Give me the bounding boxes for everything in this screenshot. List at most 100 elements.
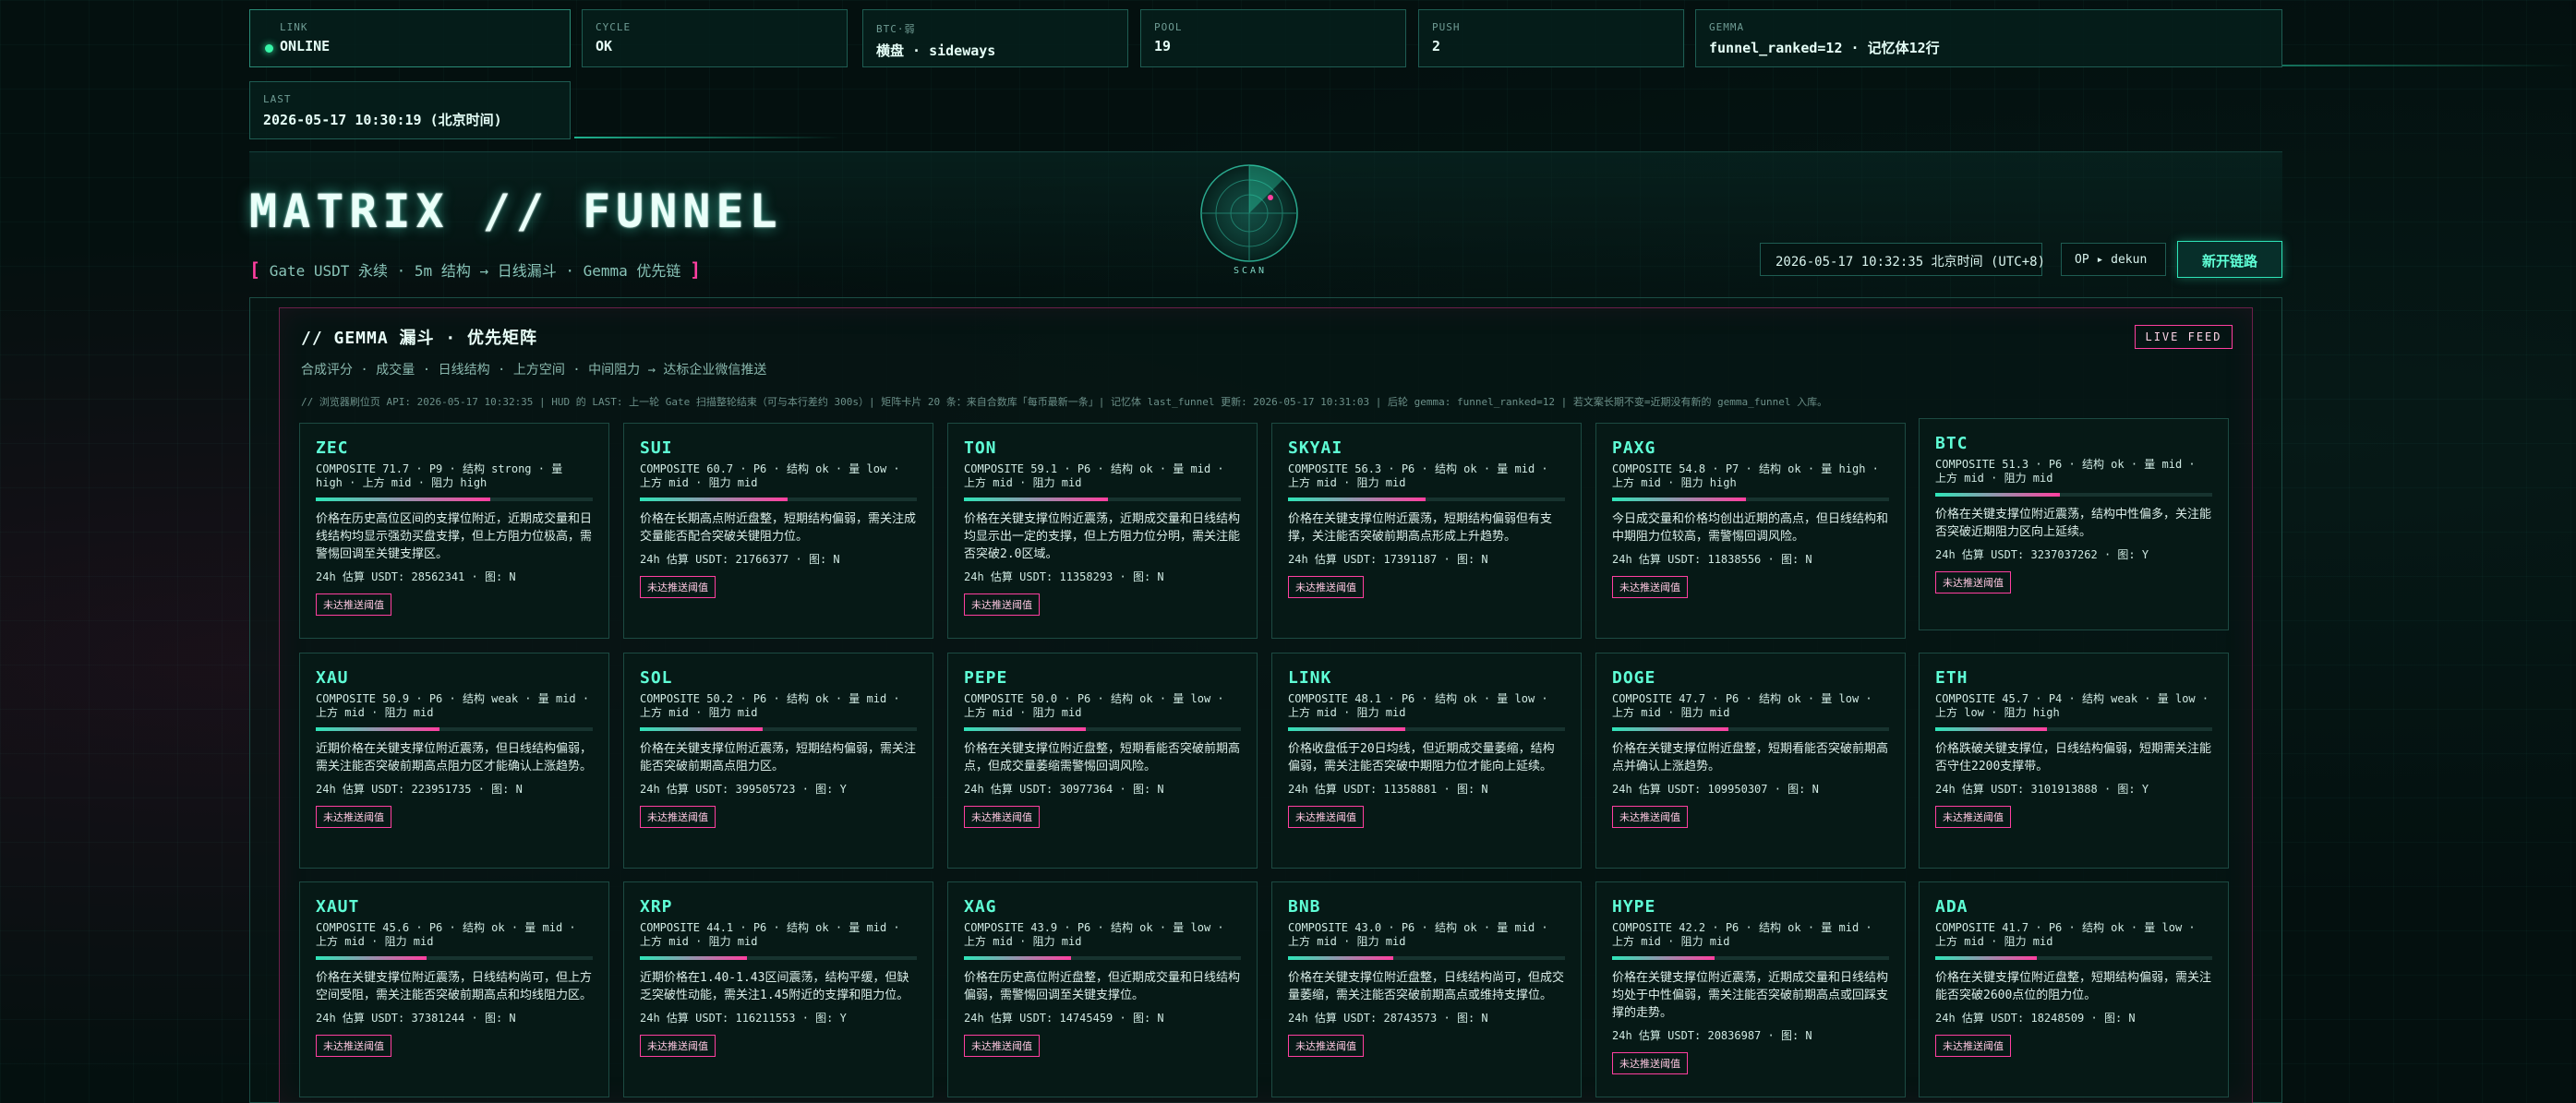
threshold-tag[interactable]: 未达推送阈值 bbox=[1288, 576, 1364, 598]
coin-card[interactable]: PAXG COMPOSITE 54.8 · P7 · 结构 ok · 量 high… bbox=[1595, 423, 1906, 639]
threshold-tag[interactable]: 未达推送阈值 bbox=[1935, 571, 2011, 593]
status-label: PUSH bbox=[1432, 21, 1461, 33]
score-bar bbox=[1288, 956, 1565, 960]
coin-description: 价格在关键支撑位附近震荡，日线结构尚可，但上方空间受阻，需关注能否突破前期高点和… bbox=[316, 971, 593, 1002]
live-feed-badge: LIVE FEED bbox=[2135, 325, 2233, 349]
score-bar-fill bbox=[1935, 493, 2061, 497]
threshold-tag[interactable]: 未达推送阈值 bbox=[1612, 806, 1688, 828]
coin-meta: COMPOSITE 56.3 · P6 · 结构 ok · 量 mid · 上方… bbox=[1288, 462, 1548, 489]
coin-meta: COMPOSITE 42.2 · P6 · 结构 ok · 量 mid · 上方… bbox=[1612, 921, 1872, 948]
status-value: 2 bbox=[1432, 38, 1441, 54]
score-bar-fill bbox=[316, 498, 491, 501]
coin-symbol: XAUT bbox=[316, 897, 360, 917]
score-bar-fill bbox=[964, 727, 1086, 731]
panel-title: // GEMMA 漏斗 · 优先矩阵 bbox=[301, 329, 538, 348]
score-bar bbox=[316, 498, 593, 501]
subtitle-text: Gate USDT 永续 · 5m 结构 → 日线漏斗 · Gemma 优先链 bbox=[269, 262, 681, 280]
threshold-tag[interactable]: 未达推送阈值 bbox=[1288, 806, 1364, 828]
threshold-tag[interactable]: 未达推送阈值 bbox=[1935, 806, 2011, 828]
threshold-tag[interactable]: 未达推送阈值 bbox=[1612, 576, 1688, 598]
score-bar bbox=[1288, 498, 1565, 501]
coin-symbol: XRP bbox=[640, 897, 673, 917]
score-bar bbox=[1288, 727, 1565, 731]
threshold-tag[interactable]: 未达推送阈值 bbox=[1935, 1035, 2011, 1057]
coin-volume: 24h 估算 USDT: 14745459 · 图: N bbox=[964, 1012, 1164, 1025]
bracket-close: ] bbox=[690, 258, 702, 281]
threshold-tag[interactable]: 未达推送阈值 bbox=[640, 1035, 716, 1057]
score-bar-fill bbox=[1612, 727, 1728, 731]
threshold-tag[interactable]: 未达推送阈值 bbox=[640, 806, 716, 828]
coin-description: 价格跌破关键支撑位，日线结构偏弱，短期需关注能否守住2200支撑带。 bbox=[1935, 742, 2212, 773]
threshold-tag[interactable]: 未达推送阈值 bbox=[640, 576, 716, 598]
coin-meta: COMPOSITE 47.7 · P6 · 结构 ok · 量 low · 上方… bbox=[1612, 692, 1872, 719]
coin-card[interactable]: SUI COMPOSITE 60.7 · P6 · 结构 ok · 量 low ·… bbox=[623, 423, 933, 639]
status-label: GEMMA bbox=[1709, 21, 1745, 33]
score-bar-fill bbox=[1935, 956, 2038, 960]
coin-card[interactable]: HYPE COMPOSITE 42.2 · P6 · 结构 ok · 量 mid … bbox=[1595, 881, 1906, 1097]
coin-description: 价格在关键支撑位附近盘整，日线结构尚可，但成交量萎缩，需关注能否突破前期高点或维… bbox=[1288, 971, 1565, 1002]
threshold-tag[interactable]: 未达推送阈值 bbox=[964, 1035, 1040, 1057]
threshold-tag[interactable]: 未达推送阈值 bbox=[316, 593, 391, 616]
coin-volume: 24h 估算 USDT: 3101913888 · 图: Y bbox=[1935, 783, 2149, 796]
coin-card[interactable]: ZEC COMPOSITE 71.7 · P9 · 结构 strong · 量 h… bbox=[299, 423, 609, 639]
coin-card[interactable]: LINK COMPOSITE 48.1 · P6 · 结构 ok · 量 low … bbox=[1271, 653, 1582, 869]
score-bar bbox=[964, 956, 1241, 960]
status-gemma: GEMMA funnel_ranked=12 · 记忆体12行 bbox=[1695, 9, 2282, 67]
coin-card[interactable]: SKYAI COMPOSITE 56.3 · P6 · 结构 ok · 量 mid… bbox=[1271, 423, 1582, 639]
operator-button[interactable]: OP ▸ dekun bbox=[2061, 243, 2166, 276]
page-title: MATRIX // FUNNEL bbox=[249, 185, 783, 238]
score-bar-fill bbox=[964, 956, 1071, 960]
score-bar-fill bbox=[1288, 498, 1426, 501]
threshold-tag[interactable]: 未达推送阈值 bbox=[964, 806, 1040, 828]
coin-volume: 24h 估算 USDT: 17391187 · 图: N bbox=[1288, 553, 1488, 566]
coin-meta: COMPOSITE 51.3 · P6 · 结构 ok · 量 mid · 上方… bbox=[1935, 458, 2196, 485]
coin-volume: 24h 估算 USDT: 30977364 · 图: N bbox=[964, 783, 1164, 796]
score-bar-fill bbox=[316, 727, 440, 731]
score-bar bbox=[640, 956, 917, 960]
score-bar bbox=[316, 956, 593, 960]
coin-card[interactable]: XAG COMPOSITE 43.9 · P6 · 结构 ok · 量 low ·… bbox=[947, 881, 1258, 1097]
coin-description: 近期价格在关键支撑位附近震荡，但日线结构偏弱，需关注能否突破前期高点阻力区才能确… bbox=[316, 742, 593, 773]
coin-card[interactable]: ADA COMPOSITE 41.7 · P6 · 结构 ok · 量 low ·… bbox=[1919, 881, 2229, 1097]
coin-description: 近期价格在1.40-1.43区间震荡，结构平缓，但缺乏突破性动能，需关注1.45… bbox=[640, 971, 909, 1002]
coin-symbol: SKYAI bbox=[1288, 438, 1343, 458]
threshold-tag[interactable]: 未达推送阈值 bbox=[1288, 1035, 1364, 1057]
status-label: LAST bbox=[263, 93, 292, 105]
coin-card[interactable]: XAU COMPOSITE 50.9 · P6 · 结构 weak · 量 mid… bbox=[299, 653, 609, 869]
coin-card[interactable]: BNB COMPOSITE 43.0 · P6 · 结构 ok · 量 mid ·… bbox=[1271, 881, 1582, 1097]
coin-meta: COMPOSITE 54.8 · P7 · 结构 ok · 量 high · 上… bbox=[1612, 462, 1879, 489]
new-link-button[interactable]: 新开链路 bbox=[2177, 241, 2282, 278]
coin-volume: 24h 估算 USDT: 223951735 · 图: N bbox=[316, 783, 523, 796]
score-bar bbox=[640, 498, 917, 501]
coin-volume: 24h 估算 USDT: 11358881 · 图: N bbox=[1288, 783, 1488, 796]
coin-symbol: DOGE bbox=[1612, 668, 1656, 688]
status-label: LINK bbox=[280, 21, 308, 33]
coin-card[interactable]: TON COMPOSITE 59.1 · P6 · 结构 ok · 量 mid ·… bbox=[947, 423, 1258, 639]
coin-card[interactable]: XAUT COMPOSITE 45.6 · P6 · 结构 ok · 量 mid … bbox=[299, 881, 609, 1097]
online-dot-icon bbox=[265, 44, 273, 53]
page-subtitle: [ Gate USDT 永续 · 5m 结构 → 日线漏斗 · Gemma 优先… bbox=[249, 258, 701, 281]
status-btc: BTC·弱 横盘 · sideways bbox=[862, 9, 1128, 67]
coin-volume: 24h 估算 USDT: 18248509 · 图: N bbox=[1935, 1012, 2136, 1025]
threshold-tag[interactable]: 未达推送阈值 bbox=[964, 593, 1040, 616]
coin-card[interactable]: BTC COMPOSITE 51.3 · P6 · 结构 ok · 量 mid ·… bbox=[1919, 418, 2229, 630]
coin-symbol: ZEC bbox=[316, 438, 349, 458]
coin-volume: 24h 估算 USDT: 21766377 · 图: N bbox=[640, 553, 840, 566]
status-value: OK bbox=[596, 38, 613, 54]
threshold-tag[interactable]: 未达推送阈值 bbox=[1612, 1052, 1688, 1074]
coin-card[interactable]: XRP COMPOSITE 44.1 · P6 · 结构 ok · 量 mid ·… bbox=[623, 881, 933, 1097]
coin-card[interactable]: ETH COMPOSITE 45.7 · P4 · 结构 weak · 量 low… bbox=[1919, 653, 2229, 869]
coin-card[interactable]: SOL COMPOSITE 50.2 · P6 · 结构 ok · 量 mid ·… bbox=[623, 653, 933, 869]
radar-icon bbox=[1200, 164, 1298, 262]
status-link: LINK ONLINE bbox=[249, 9, 571, 67]
divider bbox=[574, 137, 842, 138]
app-frame: LINK ONLINE CYCLE OK BTC·弱 横盘 · sideways… bbox=[249, 0, 2576, 1103]
threshold-tag[interactable]: 未达推送阈值 bbox=[316, 1035, 391, 1057]
coin-card[interactable]: DOGE COMPOSITE 47.7 · P6 · 结构 ok · 量 low … bbox=[1595, 653, 1906, 869]
score-bar bbox=[1612, 956, 1889, 960]
coin-card[interactable]: PEPE COMPOSITE 50.0 · P6 · 结构 ok · 量 low … bbox=[947, 653, 1258, 869]
coin-volume: 24h 估算 USDT: 28562341 · 图: N bbox=[316, 570, 516, 583]
score-bar-fill bbox=[1612, 498, 1746, 501]
threshold-tag[interactable]: 未达推送阈值 bbox=[316, 806, 391, 828]
clock: 2026-05-17 10:32:35 北京时间 (UTC+8) bbox=[1760, 243, 2045, 276]
